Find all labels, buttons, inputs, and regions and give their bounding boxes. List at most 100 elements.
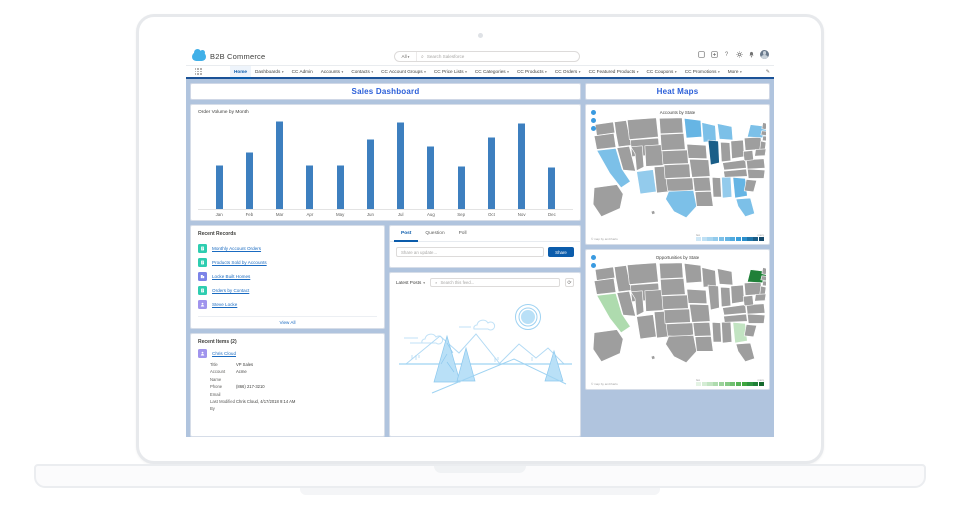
map-state-pa[interactable] — [743, 136, 762, 151]
avatar[interactable] — [760, 50, 769, 59]
map-state-fl[interactable] — [735, 342, 755, 363]
tab-poll[interactable]: Poll — [452, 226, 474, 242]
nav-tab-cc-price-lists[interactable]: CC Price Lists ▾ — [430, 66, 471, 79]
map-state-la[interactable] — [694, 336, 714, 352]
list-item[interactable]: Orders by Contact — [198, 283, 377, 297]
nav-tab-cc-products[interactable]: CC Products ▾ — [513, 66, 551, 79]
map-state-hi[interactable] — [650, 355, 656, 361]
map-state-vt[interactable] — [761, 267, 766, 276]
zoom-in-icon[interactable] — [591, 255, 596, 260]
map-state-ne[interactable] — [661, 149, 689, 165]
us-map-accounts[interactable] — [590, 115, 766, 219]
us-map-opportunities[interactable] — [590, 260, 766, 364]
map-state-ar[interactable] — [692, 177, 711, 192]
bar[interactable] — [548, 166, 556, 209]
map-state-mo[interactable] — [688, 303, 710, 323]
nav-tab-more[interactable]: More ▾ — [724, 66, 746, 79]
bar[interactable] — [518, 122, 526, 209]
nav-tab-home[interactable]: Home — [230, 66, 252, 79]
bar[interactable] — [215, 164, 223, 209]
map-state-ia[interactable] — [685, 143, 707, 160]
map-state-ks[interactable] — [663, 308, 691, 324]
map-state-sd[interactable] — [659, 133, 686, 151]
nav-tab-cc-admin[interactable]: CC Admin — [288, 66, 317, 79]
map-state-fl[interactable] — [735, 197, 755, 218]
map-state-nc[interactable] — [746, 168, 765, 179]
share-update-input[interactable]: Share an update... — [396, 247, 544, 257]
map-state-hi[interactable] — [650, 210, 656, 216]
map-state-ma[interactable] — [759, 130, 766, 136]
bar[interactable] — [457, 165, 465, 209]
map-state-pa[interactable] — [743, 281, 762, 296]
map-state-md[interactable] — [753, 293, 766, 302]
home-zoom-icon[interactable] — [591, 126, 596, 131]
map-state-tn[interactable] — [722, 168, 748, 178]
map-state-nd[interactable] — [658, 117, 684, 135]
map-state-mt[interactable] — [626, 262, 659, 285]
map-state-sc[interactable] — [743, 179, 757, 193]
bar[interactable] — [336, 164, 344, 209]
map-state-mi[interactable] — [716, 268, 733, 286]
help-icon[interactable]: ? — [723, 51, 731, 59]
pencil-icon[interactable]: ✎ — [766, 69, 770, 75]
favorites-icon[interactable] — [698, 51, 706, 59]
tab-post[interactable]: Post — [394, 226, 419, 242]
notifications-bell-icon[interactable] — [748, 51, 756, 59]
bar[interactable] — [276, 120, 284, 209]
record-link[interactable]: Locke Built Homes — [212, 274, 250, 279]
map-state-tx[interactable] — [664, 189, 697, 219]
add-icon[interactable] — [710, 51, 718, 59]
map-state-tx[interactable] — [664, 334, 697, 364]
map-state-mi[interactable] — [716, 123, 733, 141]
nav-tab-cc-orders[interactable]: CC Orders ▾ — [551, 66, 585, 79]
map-state-az[interactable] — [635, 169, 657, 195]
bar[interactable] — [487, 137, 495, 209]
feed-search-input[interactable]: ⌕ Search this feed... — [430, 278, 560, 287]
map-state-oh[interactable] — [729, 139, 745, 160]
app-logo[interactable]: B2B Commerce — [192, 48, 265, 61]
search-input[interactable]: Search Salesforce — [427, 54, 465, 59]
map-state-vt[interactable] — [761, 122, 766, 131]
map-state-az[interactable] — [635, 314, 657, 340]
nav-tab-contacts[interactable]: Contacts ▾ — [347, 66, 377, 79]
app-launcher-button[interactable] — [190, 66, 206, 77]
nav-tab-dashboards[interactable]: Dashboards ▾ — [251, 66, 288, 79]
map-state-mn[interactable] — [683, 117, 702, 139]
map-state-ct[interactable] — [761, 135, 766, 142]
map-state-or[interactable] — [593, 133, 616, 150]
map-state-ne[interactable] — [661, 294, 689, 310]
share-button[interactable]: Share — [548, 247, 574, 257]
zoom-in-icon[interactable] — [591, 110, 596, 115]
map-state-sc[interactable] — [743, 324, 757, 338]
bar[interactable] — [427, 146, 435, 209]
map-state-ok[interactable] — [665, 177, 694, 193]
map-state-ms[interactable] — [711, 322, 722, 343]
map-state-wi[interactable] — [700, 267, 717, 288]
map-state-ak[interactable] — [592, 329, 623, 363]
map-state-al[interactable] — [720, 176, 732, 199]
nav-tab-cc-categories[interactable]: CC Categories ▾ — [471, 66, 513, 79]
bar[interactable] — [366, 139, 374, 209]
list-item[interactable]: Steve Locke — [198, 297, 377, 311]
nav-tab-cc-coupons[interactable]: CC Coupons ▾ — [643, 66, 681, 79]
map-state-wi[interactable] — [700, 122, 717, 143]
map-state-oh[interactable] — [729, 284, 745, 305]
bar[interactable] — [397, 121, 405, 209]
map-state-al[interactable] — [720, 321, 732, 344]
nav-tab-cc-account-groups[interactable]: CC Account Groups ▾ — [377, 66, 430, 79]
map-state-wv[interactable] — [742, 295, 754, 307]
map-state-md[interactable] — [753, 148, 766, 157]
map-state-ia[interactable] — [685, 288, 707, 305]
zoom-out-icon[interactable] — [591, 118, 596, 123]
map-state-mn[interactable] — [683, 262, 702, 284]
bar[interactable] — [245, 151, 253, 209]
map-state-in[interactable] — [719, 286, 731, 308]
feed-sort-selector[interactable]: Latest Posts ▾ — [396, 280, 425, 285]
global-search-box[interactable]: All ▾ ⌕ Search Salesforce — [394, 51, 580, 62]
map-state-ma[interactable] — [759, 275, 766, 281]
record-link[interactable]: Steve Locke — [212, 302, 237, 307]
list-item[interactable]: Locke Built Homes — [198, 269, 377, 283]
map-state-ms[interactable] — [711, 177, 722, 198]
list-item[interactable]: Products Sold by Accounts — [198, 255, 377, 269]
refresh-icon[interactable]: ⟳ — [565, 278, 574, 287]
